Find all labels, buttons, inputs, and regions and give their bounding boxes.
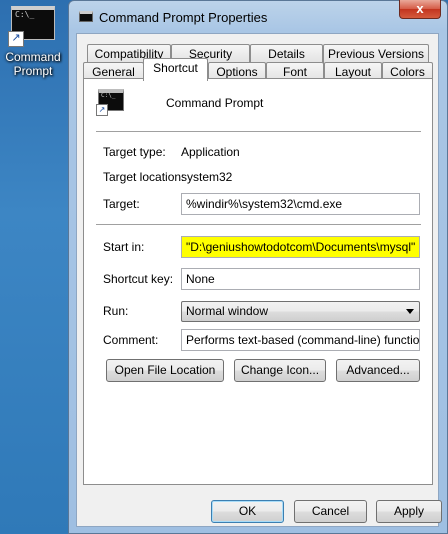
- shortcut-arrow-icon: ↗: [96, 104, 108, 116]
- shortcut-name: Command Prompt: [166, 96, 264, 110]
- title-bar[interactable]: Command Prompt Properties x: [69, 0, 447, 33]
- target-type-label: Target type:: [103, 145, 166, 159]
- ok-button[interactable]: OK: [211, 500, 284, 523]
- run-select[interactable]: Normal window: [181, 301, 420, 322]
- advanced-button[interactable]: Advanced...: [336, 359, 420, 382]
- tab-details[interactable]: Details: [250, 44, 323, 64]
- start-in-label: Start in:: [103, 240, 145, 254]
- target-location-value: system32: [181, 170, 233, 184]
- shortcut-key-label: Shortcut key:: [103, 272, 174, 286]
- start-in-input[interactable]: "D:\geniushowtodotcom\Documents\mysql": [181, 236, 420, 258]
- target-label: Target:: [103, 197, 140, 211]
- close-button[interactable]: x: [399, 0, 441, 19]
- close-icon: x: [416, 1, 424, 16]
- open-file-location-button[interactable]: Open File Location: [106, 359, 224, 382]
- comment-input[interactable]: Performs text-based (command-line) funct…: [181, 329, 420, 351]
- window-title: Command Prompt Properties: [99, 10, 268, 25]
- target-type-value: Application: [181, 145, 240, 159]
- command-prompt-icon: C:\_ ↗: [96, 89, 124, 116]
- properties-window: Command Prompt Properties x Compatibilit…: [68, 0, 448, 534]
- desktop-icon-label: Command Prompt: [5, 50, 61, 78]
- command-prompt-title-icon: [79, 11, 93, 22]
- tab-shortcut[interactable]: Shortcut: [143, 58, 208, 81]
- shortcut-arrow-icon: ↗: [8, 31, 24, 47]
- dialog-client-area: Compatibility Security Details Previous …: [76, 33, 442, 527]
- apply-button[interactable]: Apply: [376, 500, 442, 523]
- comment-label: Comment:: [103, 333, 159, 347]
- change-icon-button[interactable]: Change Icon...: [234, 359, 326, 382]
- run-label: Run:: [103, 304, 129, 318]
- desktop-command-prompt-shortcut[interactable]: C:\_ ↗ Command Prompt: [0, 6, 66, 78]
- tab-previous-versions[interactable]: Previous Versions: [323, 44, 429, 64]
- shortcut-key-input[interactable]: None: [181, 268, 420, 290]
- chevron-down-icon: [406, 309, 414, 314]
- target-location-label: Target location:: [103, 170, 185, 184]
- target-input[interactable]: %windir%\system32\cmd.exe: [181, 193, 420, 215]
- shortcut-tab-panel: C:\_ ↗ Command Prompt Target type: Appli…: [83, 78, 433, 485]
- separator: [96, 131, 421, 133]
- cancel-button[interactable]: Cancel: [294, 500, 367, 523]
- command-prompt-shortcut-icon: C:\_ ↗: [8, 6, 55, 47]
- run-select-value: Normal window: [186, 304, 269, 318]
- separator: [96, 224, 421, 226]
